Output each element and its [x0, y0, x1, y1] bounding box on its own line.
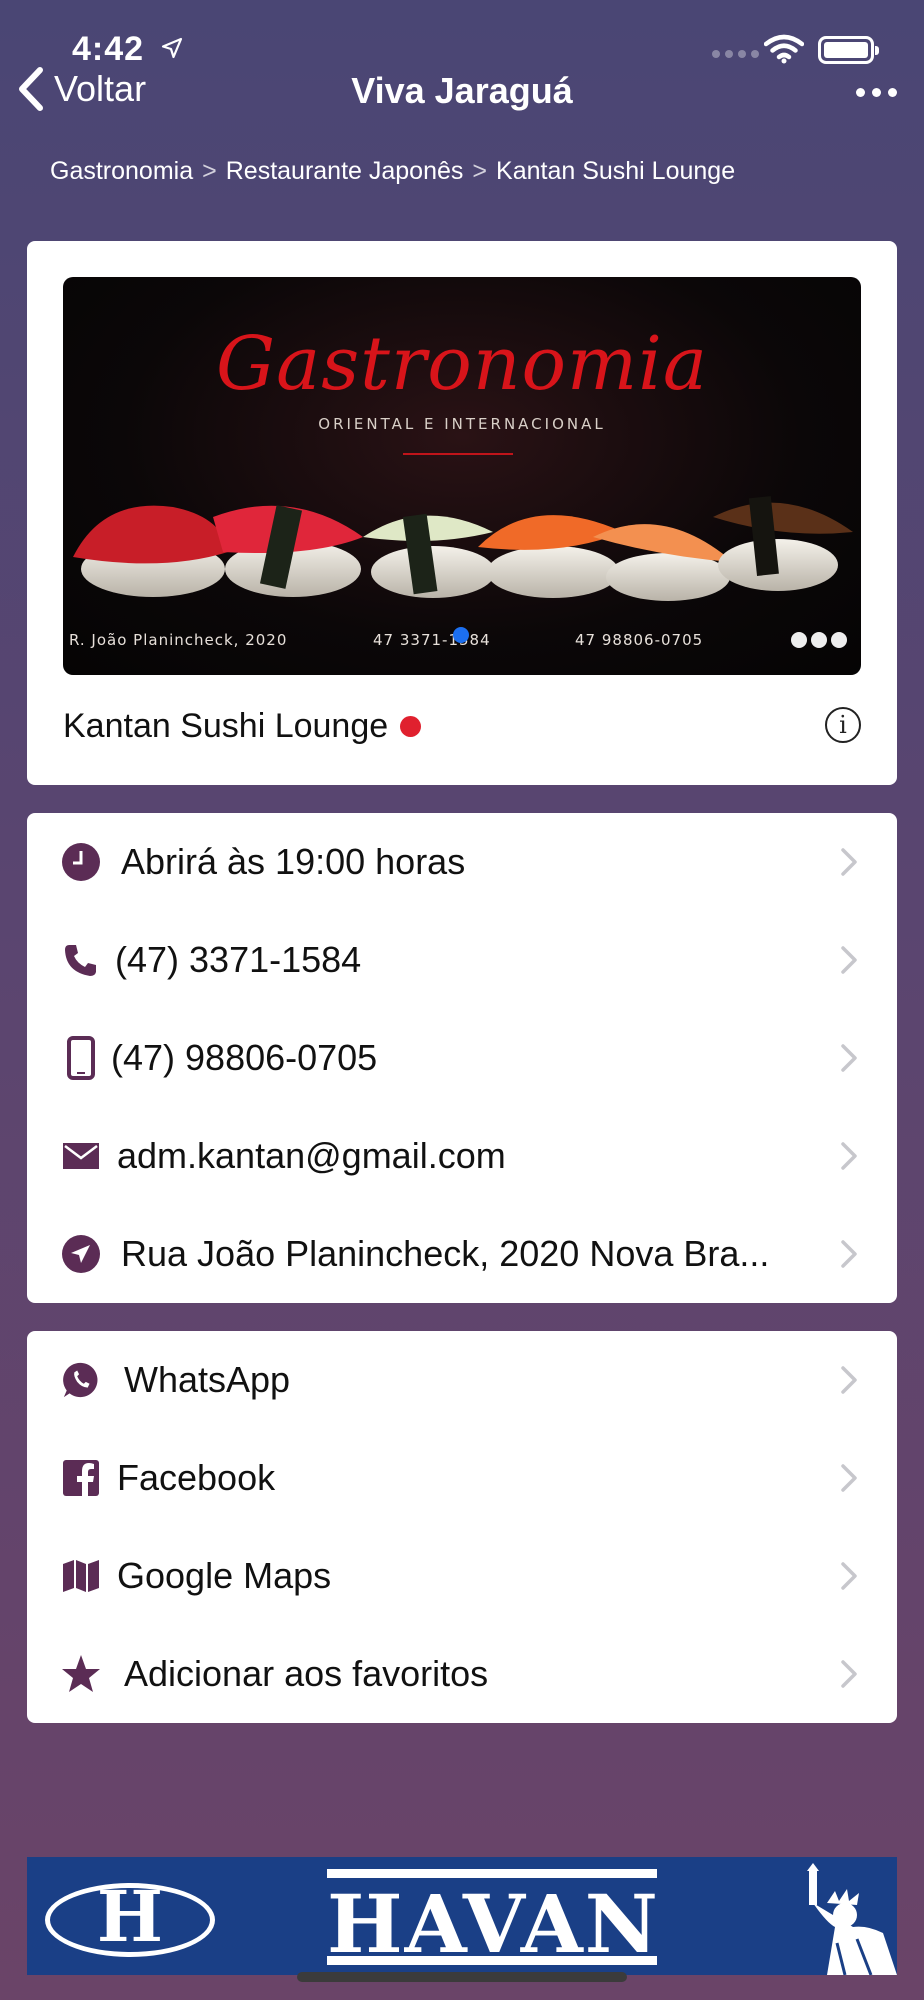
chevron-right-icon [841, 1562, 857, 1590]
star-icon [61, 1654, 101, 1694]
havan-logo-letter: H [96, 1875, 164, 1958]
havan-ad-banner[interactable]: H HAVAN [27, 1857, 897, 1975]
sushi-illustration [73, 496, 853, 601]
phone-row[interactable]: (47) 3371-1584 [27, 911, 897, 1009]
statue-of-liberty-icon [807, 1863, 897, 1975]
wordmark-line-bottom [327, 1956, 657, 1965]
email-icon [61, 1136, 101, 1176]
breadcrumb: Gastronomia > Restaurante Japonês > Kantan S… [50, 157, 735, 186]
facebook-icon [61, 1458, 101, 1498]
cellular-signal-icon [712, 50, 759, 58]
clock-icon [61, 842, 101, 882]
chevron-right-icon [841, 1366, 857, 1394]
mobile-phone-icon [61, 1036, 101, 1080]
address-label: Rua João Planincheck, 2020 Nova Bra... [121, 1233, 770, 1274]
mobile-row[interactable]: (47) 98806-0705 [27, 1009, 897, 1107]
chevron-right-icon [841, 1044, 857, 1072]
chevron-right-icon [841, 848, 857, 876]
location-arrow-icon [61, 1234, 101, 1274]
whatsapp-label: WhatsApp [124, 1359, 291, 1400]
add-favorite-row[interactable]: Adicionar aos favoritos [27, 1625, 897, 1723]
opening-hours-row[interactable]: Abrirá às 19:00 horas [27, 813, 897, 911]
navigation-bar: Voltar Viva Jaraguá [0, 60, 924, 124]
social-icons [791, 632, 847, 648]
email-label: adm.kantan@gmail.com [117, 1135, 506, 1176]
facebook-label: Facebook [117, 1457, 276, 1498]
phone-label: (47) 3371-1584 [115, 939, 362, 980]
mobile-label: (47) 98806-0705 [111, 1037, 378, 1078]
more-dot-icon [872, 88, 881, 97]
havan-wordmark: HAVAN [327, 1863, 658, 1971]
breadcrumb-separator: > [202, 157, 217, 185]
chevron-right-icon [841, 1464, 857, 1492]
breadcrumb-item-current: Kantan Sushi Lounge [496, 157, 736, 185]
facebook-icon [791, 632, 807, 648]
location-services-icon [161, 37, 183, 59]
banner-title: Gastronomia [215, 321, 709, 407]
tripadvisor-icon [831, 632, 847, 648]
venue-banner-image[interactable]: Gastronomia ORIENTAL E INTERNACIONAL R. … [63, 277, 861, 675]
whatsapp-icon [61, 1360, 101, 1400]
map-icon [61, 1556, 101, 1596]
banner-whatsapp: 47 98806-0705 [575, 631, 704, 649]
chevron-right-icon [841, 1142, 857, 1170]
venue-name: Kantan Sushi Lounge [63, 707, 422, 746]
google-maps-row[interactable]: Google Maps [27, 1527, 897, 1625]
address-row[interactable]: Rua João Planincheck, 2020 Nova Bra... [27, 1205, 897, 1303]
banner-phone: 47 3371-1584 [373, 631, 491, 649]
breadcrumb-item[interactable]: Restaurante Japonês [226, 157, 464, 185]
more-options-button[interactable] [856, 88, 897, 97]
facebook-row[interactable]: Facebook [27, 1429, 897, 1527]
breadcrumb-separator: > [472, 157, 488, 185]
more-dot-icon [856, 88, 865, 97]
chevron-right-icon [841, 946, 857, 974]
page-title: Viva Jaraguá [351, 70, 573, 111]
venue-name-label: Kantan Sushi Lounge [63, 707, 389, 745]
carousel-page-indicator [453, 627, 469, 643]
whatsapp-row[interactable]: WhatsApp [27, 1331, 897, 1429]
opening-hours-label: Abrirá às 19:00 horas [121, 841, 466, 882]
info-icon[interactable]: i [825, 707, 861, 743]
google-maps-label: Google Maps [117, 1555, 332, 1596]
banner-divider [403, 453, 513, 455]
instagram-icon [811, 632, 827, 648]
contact-info-card: Abrirá às 19:00 horas (47) 3371-1584 (47… [27, 813, 897, 1303]
external-links-card: WhatsApp Facebook Google Maps Adicionar … [27, 1331, 897, 1723]
breadcrumb-item[interactable]: Gastronomia [50, 157, 193, 185]
venue-header-card: Gastronomia ORIENTAL E INTERNACIONAL R. … [27, 241, 897, 785]
phone-icon [61, 940, 101, 980]
closed-status-dot [400, 716, 422, 737]
add-favorite-label: Adicionar aos favoritos [124, 1653, 489, 1694]
banner-address: R. João Planincheck, 2020 [69, 631, 288, 649]
more-dot-icon [888, 88, 897, 97]
chevron-right-icon [841, 1660, 857, 1688]
banner-subtitle: ORIENTAL E INTERNACIONAL [318, 415, 606, 433]
email-row[interactable]: adm.kantan@gmail.com [27, 1107, 897, 1205]
chevron-right-icon [841, 1240, 857, 1268]
home-indicator[interactable] [297, 1972, 627, 1982]
